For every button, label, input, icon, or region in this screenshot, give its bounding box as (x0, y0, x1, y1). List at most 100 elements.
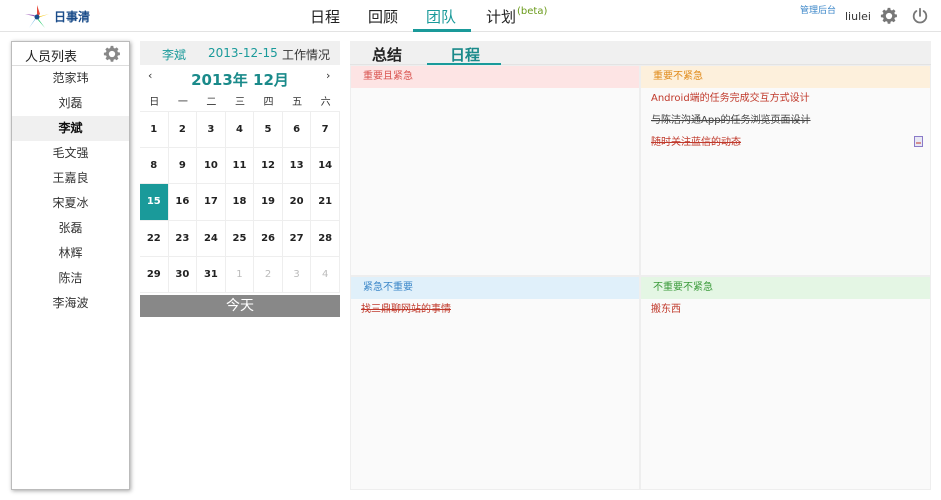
weekday-label: 五 (292, 97, 303, 108)
nav-schedule[interactable]: 日程 (310, 6, 340, 27)
quadrant-important-urgent: 重要且紧急 (350, 65, 640, 276)
quadrant-title: 紧急不重要 (351, 277, 639, 299)
quadrant-important-not-urgent: 重要不紧急 Android端的任务完成交互方式设计 与陈洁沟通App的任务浏览页面… (640, 65, 931, 276)
tab-schedule[interactable]: 日程 (450, 44, 480, 65)
weekday-label: 日 (149, 97, 160, 108)
beta-badge: (beta) (517, 6, 548, 17)
calendar-day[interactable]: 20 (282, 184, 312, 221)
calendar-day[interactable]: 2 (168, 112, 198, 149)
calendar-day[interactable]: 21 (311, 184, 340, 221)
next-month-button[interactable]: › (326, 69, 330, 82)
calendar-day[interactable]: 18 (225, 184, 255, 221)
calendar-day[interactable]: 11 (225, 148, 255, 185)
person-item[interactable]: 刘磊 (12, 91, 129, 116)
person-item[interactable]: 王嘉良 (12, 166, 129, 191)
nav-review[interactable]: 回顾 (368, 6, 398, 27)
quadrant-title: 重要不紧急 (641, 66, 930, 88)
quadrant-task-list: 搬东西 (641, 299, 930, 321)
person-item[interactable]: 范家玮 (12, 66, 129, 91)
task-item[interactable]: 与陈洁沟通App的任务浏览页面设计 (641, 110, 930, 132)
calendar-day[interactable]: 4 (311, 256, 340, 293)
calendar-day[interactable]: 14 (311, 148, 340, 185)
logo-text: 日事清 (54, 10, 91, 24)
people-list-header: 人员列表 (12, 42, 129, 66)
calendar-day[interactable]: 3 (282, 256, 312, 293)
calendar-grid: 1 2 3 4 5 6 7 8 9 10 11 12 13 14 15 16 17 18 19 20 21 22 23 24 2… (140, 111, 340, 293)
attachment-icon[interactable] (914, 136, 923, 147)
calendar-day[interactable]: 25 (225, 220, 255, 257)
tab-summary[interactable]: 总结 (372, 44, 402, 65)
calendar-day[interactable]: 27 (282, 220, 312, 257)
calendar-day[interactable]: 30 (168, 256, 198, 293)
nav-active-indicator (413, 29, 471, 32)
weekday-label: 四 (263, 97, 274, 108)
gear-icon[interactable] (103, 45, 121, 63)
calendar-person-name[interactable]: 李斌 (162, 46, 186, 63)
person-item[interactable]: 毛文强 (12, 141, 129, 166)
calendar-weekdays: 日一二三四五六 (140, 93, 340, 111)
calendar-day[interactable]: 6 (282, 112, 312, 149)
weekday-label: 三 (234, 97, 245, 108)
task-text: Android端的任务完成交互方式设计 (651, 93, 810, 104)
calendar-day[interactable]: 12 (254, 148, 283, 185)
person-item[interactable]: 李海波 (12, 291, 129, 316)
person-item[interactable]: 陈洁 (12, 266, 129, 291)
people-list-panel: 人员列表 范家玮 刘磊 李斌 毛文强 王嘉良 宋夏冰 张磊 林辉 陈洁 李海波 (11, 41, 130, 490)
people-items: 范家玮 刘磊 李斌 毛文强 王嘉良 宋夏冰 张磊 林辉 陈洁 李海波 (12, 66, 129, 316)
person-item[interactable]: 张磊 (12, 216, 129, 241)
quadrant-task-list: 找三鼎聊网站的事情 (351, 299, 639, 321)
task-item[interactable]: 搬东西 (641, 299, 930, 321)
task-item[interactable]: 找三鼎聊网站的事情 (351, 299, 639, 321)
quadrant-title: 不重要不紧急 (641, 277, 930, 299)
quadrant-task-list: Android端的任务完成交互方式设计 与陈洁沟通App的任务浏览页面设计随时关注… (641, 88, 930, 154)
calendar-day[interactable]: 29 (140, 256, 169, 293)
calendar-work-label: 工作情况 (282, 48, 331, 62)
logo-icon (25, 5, 49, 28)
power-icon[interactable] (911, 7, 929, 25)
calendar-day[interactable]: 13 (282, 148, 312, 185)
calendar-month-label: 2013年 12月 (191, 71, 289, 89)
calendar-day[interactable]: 31 (197, 256, 226, 293)
task-item[interactable]: 随时关注蓝信的动态 (641, 132, 930, 154)
calendar-day[interactable]: 15 (140, 184, 169, 221)
people-list-title: 人员列表 (25, 50, 78, 65)
username: liulei (845, 10, 871, 23)
calendar-header: 李斌 2013-12-15 工作情况 (140, 41, 340, 65)
person-item[interactable]: 宋夏冰 (12, 191, 129, 216)
calendar-day[interactable]: 1 (225, 256, 255, 293)
calendar-day[interactable]: 28 (311, 220, 340, 257)
today-button[interactable]: 今天 (140, 295, 340, 317)
calendar-day[interactable]: 17 (197, 184, 226, 221)
calendar-selected-date[interactable]: 2013-12-15 (208, 46, 278, 60)
nav-plan-label: 计划 (486, 8, 517, 26)
calendar-day[interactable]: 7 (311, 112, 340, 149)
calendar-day[interactable]: 16 (168, 184, 198, 221)
calendar-day[interactable]: 24 (197, 220, 226, 257)
nav-team[interactable]: 团队 (426, 6, 456, 27)
person-item[interactable]: 李斌 (12, 116, 129, 141)
task-item[interactable]: Android端的任务完成交互方式设计 (641, 88, 930, 110)
calendar-day[interactable]: 9 (168, 148, 198, 185)
nav-plan[interactable]: 计划(beta) (486, 6, 547, 27)
quadrant-title: 重要且紧急 (351, 66, 639, 88)
weekday-label: 二 (206, 97, 217, 108)
main-panel: 总结 日程 重要且紧急 重要不紧急 Android端的任务完成交互方式设计 与陈洁… (350, 41, 931, 490)
calendar-day[interactable]: 5 (254, 112, 283, 149)
calendar-day[interactable]: 23 (168, 220, 198, 257)
calendar-day[interactable]: 2 (254, 256, 283, 293)
calendar-day[interactable]: 22 (140, 220, 169, 257)
person-item[interactable]: 林辉 (12, 241, 129, 266)
main-tabs: 总结 日程 (350, 41, 931, 65)
calendar-day[interactable]: 3 (197, 112, 226, 149)
calendar-day[interactable]: 1 (140, 112, 169, 149)
calendar-day[interactable]: 4 (225, 112, 255, 149)
calendar-day[interactable]: 26 (254, 220, 283, 257)
calendar-day[interactable]: 19 (254, 184, 283, 221)
quadrant-urgent-not-important: 紧急不重要 找三鼎聊网站的事情 (350, 276, 640, 490)
calendar-day[interactable]: 8 (140, 148, 169, 185)
calendar-panel: 李斌 2013-12-15 工作情况 ‹ 2013年 12月 › 日 一 二 三 四 五 六… (140, 41, 340, 321)
task-text: 与陈洁沟通App的任务浏览页面设计 (651, 115, 811, 126)
calendar-day[interactable]: 10 (197, 148, 226, 185)
gear-icon[interactable] (880, 7, 898, 25)
admin-link[interactable]: 管理后台 (800, 3, 836, 16)
